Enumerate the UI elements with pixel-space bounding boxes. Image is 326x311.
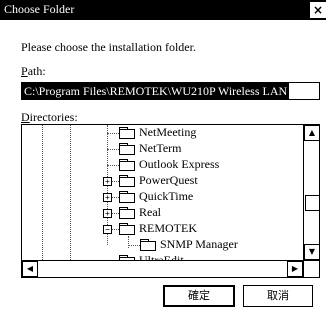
folder-icon — [119, 191, 135, 203]
directory-tree-box[interactable]: NetMeeting NetTerm Outlook Express + Pow… — [21, 124, 320, 278]
tree-connector — [128, 245, 140, 246]
path-input[interactable]: C:\Program Files\REMOTEK\WU210P Wireless… — [21, 82, 320, 100]
tree-connector — [107, 133, 119, 134]
expand-icon[interactable]: + — [103, 193, 112, 202]
folder-open-icon — [119, 223, 135, 235]
scroll-up-icon[interactable]: ▲ — [304, 125, 319, 141]
horizontal-scrollbar[interactable]: ◀ ▶ — [22, 260, 303, 277]
tree-guide-line — [128, 236, 129, 248]
vertical-scroll-thumb[interactable] — [305, 195, 319, 211]
directories-label-mnemonic: D — [21, 110, 30, 124]
ok-button[interactable]: 確定 — [163, 285, 235, 307]
instruction-text: Please choose the installation folder. — [21, 40, 196, 54]
close-icon[interactable]: × — [310, 2, 326, 18]
scroll-right-icon[interactable]: ▶ — [287, 261, 303, 277]
scroll-left-icon[interactable]: ◀ — [22, 261, 38, 277]
tree-item-netmeeting[interactable]: NetMeeting — [139, 125, 196, 140]
tree-connector — [107, 149, 119, 150]
tree-item-quicktime[interactable]: QuickTime — [139, 189, 193, 204]
path-input-value: C:\Program Files\REMOTEK\WU210P Wireless… — [22, 83, 290, 99]
folder-icon — [140, 239, 156, 251]
tree-item-real[interactable]: Real — [139, 205, 161, 220]
window-title: Choose Folder — [4, 2, 75, 16]
cancel-button[interactable]: 取消 — [243, 285, 313, 307]
collapse-icon[interactable]: − — [103, 225, 112, 234]
scroll-down-icon[interactable]: ▼ — [304, 244, 319, 260]
tree-item-powerquest[interactable]: PowerQuest — [139, 173, 198, 188]
choose-folder-dialog: Choose Folder × Please choose the instal… — [0, 0, 326, 311]
folder-icon — [119, 175, 135, 187]
expand-icon[interactable]: + — [103, 177, 112, 186]
folder-icon — [119, 143, 135, 155]
path-label-text: ath: — [27, 64, 46, 78]
tree-guide-line — [70, 125, 71, 260]
tree-item-outlook-express[interactable]: Outlook Express — [139, 157, 219, 172]
path-label-mnemonic: P — [21, 64, 28, 78]
path-label: Path: — [21, 64, 46, 79]
expand-icon[interactable]: + — [103, 209, 112, 218]
folder-icon — [119, 207, 135, 219]
scrollbar-corner — [303, 260, 319, 277]
directories-label: Directories: — [21, 110, 78, 125]
tree-item-netterm[interactable]: NetTerm — [139, 141, 181, 156]
tree-guide-line — [42, 125, 43, 260]
tree-item-snmp-manager[interactable]: SNMP Manager — [160, 237, 238, 252]
folder-icon — [119, 127, 135, 139]
title-bar[interactable]: Choose Folder × — [0, 0, 326, 20]
directories-label-text: irectories: — [29, 110, 78, 124]
vertical-scrollbar[interactable]: ▲ ▼ — [303, 125, 319, 260]
folder-icon — [119, 159, 135, 171]
directory-tree[interactable]: NetMeeting NetTerm Outlook Express + Pow… — [22, 125, 303, 267]
tree-item-remotek[interactable]: REMOTEK — [139, 221, 197, 236]
tree-connector — [107, 165, 119, 166]
